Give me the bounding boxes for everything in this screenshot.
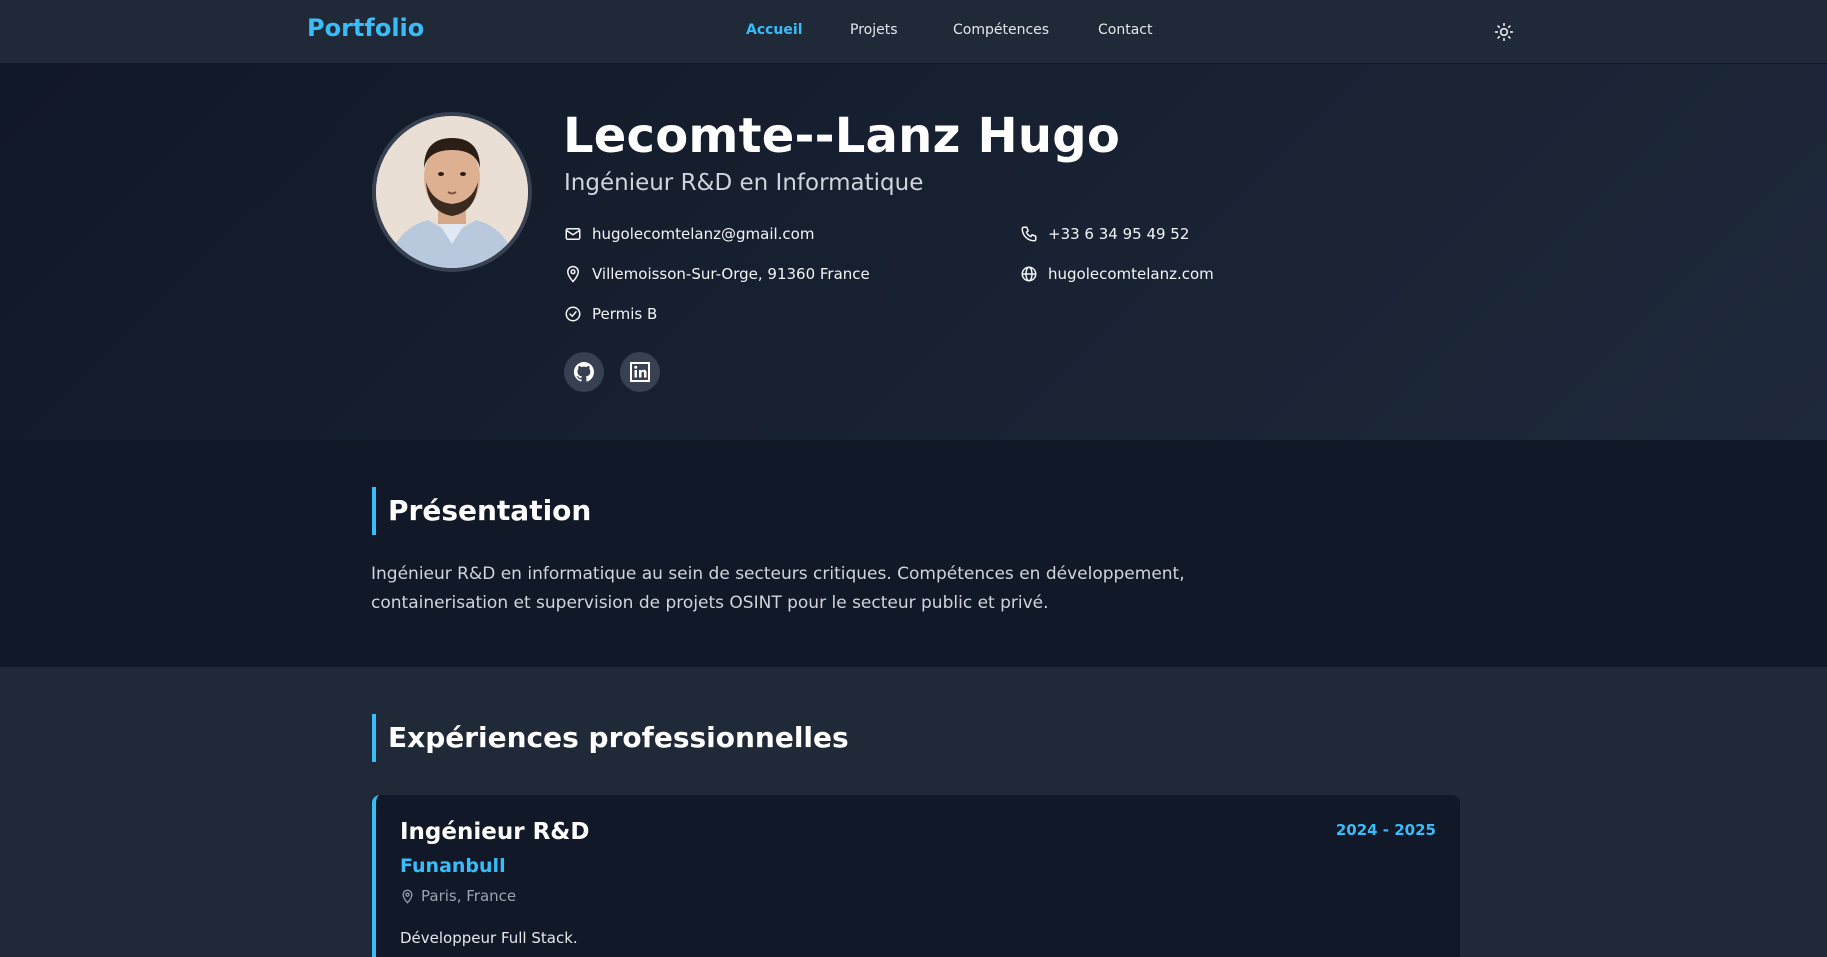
top-navbar: Portfolio Accueil Projets Compétences Co…	[0, 0, 1827, 64]
github-icon	[573, 361, 594, 382]
email-link[interactable]: hugolecomtelanz@gmail.com	[592, 225, 814, 243]
check-circle-icon	[565, 306, 581, 322]
experiences-section: Expériences professionnelles Ingénieur R…	[0, 667, 1827, 957]
nav-link-accueil[interactable]: Accueil	[746, 22, 803, 38]
github-button[interactable]	[564, 352, 604, 392]
presentation-text: Ingénieur R&D en informatique au sein de…	[371, 564, 1185, 613]
experience-role: Ingénieur R&D	[400, 819, 590, 845]
experience-company: Funanbull	[400, 855, 506, 877]
experience-dates: 2024 - 2025	[1335, 821, 1436, 839]
map-pin-icon	[402, 889, 413, 904]
nav-link-projets[interactable]: Projets	[850, 22, 898, 38]
presentation-title: Présentation	[372, 487, 591, 535]
globe-icon	[1021, 266, 1037, 282]
profile-subtitle: Ingénieur R&D en Informatique	[564, 170, 924, 196]
phone-info: +33 6 34 95 49 52	[1020, 225, 1189, 243]
location-info: Villemoisson-Sur-Orge, 91360 France	[564, 265, 870, 283]
license-info: Permis B	[564, 305, 657, 323]
location-text: Villemoisson-Sur-Orge, 91360 France	[592, 265, 870, 283]
nav-links: Accueil Projets Compétences Contact	[0, 22, 1827, 42]
experience-location-text: Paris, France	[421, 887, 517, 905]
mail-icon	[565, 228, 581, 240]
profile-name: Lecomte--Lanz Hugo	[563, 108, 1121, 164]
linkedin-icon	[630, 362, 650, 382]
linkedin-button[interactable]	[620, 352, 660, 392]
phone-link[interactable]: +33 6 34 95 49 52	[1048, 225, 1189, 243]
phone-icon	[1021, 226, 1037, 242]
experience-location: Paris, France	[400, 887, 516, 905]
experience-description: Développeur Full Stack.	[400, 929, 578, 947]
email-info: hugolecomtelanz@gmail.com	[564, 225, 814, 243]
website-link[interactable]: hugolecomtelanz.com	[1048, 265, 1214, 283]
sun-icon	[1494, 22, 1514, 42]
map-pin-icon	[566, 265, 580, 283]
hero-section: Lecomte--Lanz Hugo Ingénieur R&D en Info…	[0, 64, 1827, 440]
website-info: hugolecomtelanz.com	[1020, 265, 1214, 283]
experience-card: Ingénieur R&D Funanbull Paris, France 20…	[372, 795, 1460, 957]
nav-link-competences[interactable]: Compétences	[953, 22, 1049, 38]
license-text: Permis B	[592, 305, 658, 323]
avatar	[372, 112, 532, 272]
experiences-title: Expériences professionnelles	[372, 714, 849, 762]
nav-link-contact[interactable]: Contact	[1098, 22, 1152, 38]
theme-toggle-button[interactable]	[1489, 20, 1519, 44]
presentation-section: Présentation Ingénieur R&D en informatiq…	[0, 440, 1827, 667]
